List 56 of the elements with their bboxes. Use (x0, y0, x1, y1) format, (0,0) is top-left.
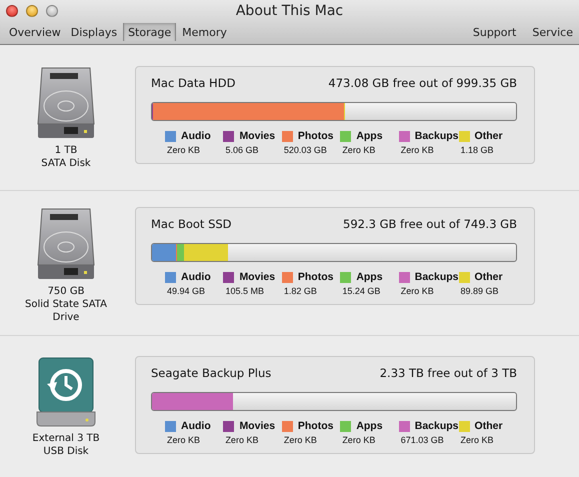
toolbar-tab[interactable]: Memory (178, 23, 231, 41)
legend-label: Backups (414, 420, 459, 432)
legend-label: Photos (298, 271, 334, 283)
category-size: 89.89 GB (460, 286, 500, 296)
category-size: 520.03 GB (284, 145, 328, 155)
disk-description: 750 GB Solid State SATA Drive (24, 285, 108, 324)
legend-label: Apps (356, 130, 383, 142)
category-size: Zero KB (167, 145, 202, 155)
toolbar-tab[interactable]: Overview (5, 23, 65, 41)
legend-label: Backups (414, 130, 459, 142)
category-size: 49.94 GB (167, 286, 206, 296)
legend-label: Photos (298, 130, 334, 142)
category-size: 1.18 GB (460, 145, 495, 155)
legend-label: Backups (414, 271, 459, 283)
category-size: Zero KB (342, 145, 376, 155)
legend-label: Movies (239, 420, 276, 432)
free-space-text: 473.08 GB free out of 999.35 GB (328, 76, 517, 90)
category-size: Zero KB (400, 145, 435, 155)
category-size: Zero KB (225, 435, 260, 445)
legend-label: Movies (239, 130, 276, 142)
category-size: 1.82 GB (284, 286, 318, 296)
legend-label: Other (474, 271, 503, 283)
toolbar-link[interactable]: Service (530, 26, 575, 38)
backup-drive-icon (35, 356, 97, 428)
category-size: Zero KB (167, 435, 202, 445)
category-size: Zero KB (400, 286, 435, 296)
legend-label: Other (474, 130, 503, 142)
category-size: Zero KB (460, 435, 495, 445)
legend-label: Photos (298, 420, 334, 432)
legend-label: Audio (181, 130, 211, 142)
zoom-button[interactable] (46, 5, 58, 17)
legend-label: Audio (181, 271, 211, 283)
legend-label: Apps (356, 271, 383, 283)
category-size: 671.03 GB (400, 435, 445, 445)
category-size: Zero KB (342, 435, 376, 445)
legend-label: Other (474, 420, 503, 432)
minimize-button[interactable] (26, 5, 38, 17)
category-size: 105.5 MB (225, 286, 265, 296)
disk-name: Seagate Backup Plus (151, 366, 272, 380)
window-title: About This Mac (236, 3, 344, 19)
legend-label: Movies (239, 271, 276, 283)
category-size: 5.06 GB (225, 145, 260, 155)
disk-name: Mac Boot SSD (151, 217, 232, 231)
toolbar-link[interactable]: Support (470, 26, 518, 38)
toolbar-tab[interactable]: Storage (123, 23, 176, 41)
legend-label: Audio (181, 420, 211, 432)
disk-description: 1 TB SATA Disk (40, 144, 92, 170)
toolbar-tab[interactable]: Displays (66, 23, 122, 41)
close-button[interactable] (6, 5, 18, 17)
disk-name: Mac Data HDD (151, 76, 236, 90)
category-size: Zero KB (284, 435, 318, 445)
disk-description: External 3 TB USB Disk (31, 432, 101, 458)
free-space-text: 592.3 GB free out of 749.3 GB (343, 217, 517, 231)
legend-label: Apps (356, 420, 383, 432)
category-size: 15.24 GB (342, 286, 382, 296)
free-space-text: 2.33 TB free out of 3 TB (380, 366, 517, 380)
